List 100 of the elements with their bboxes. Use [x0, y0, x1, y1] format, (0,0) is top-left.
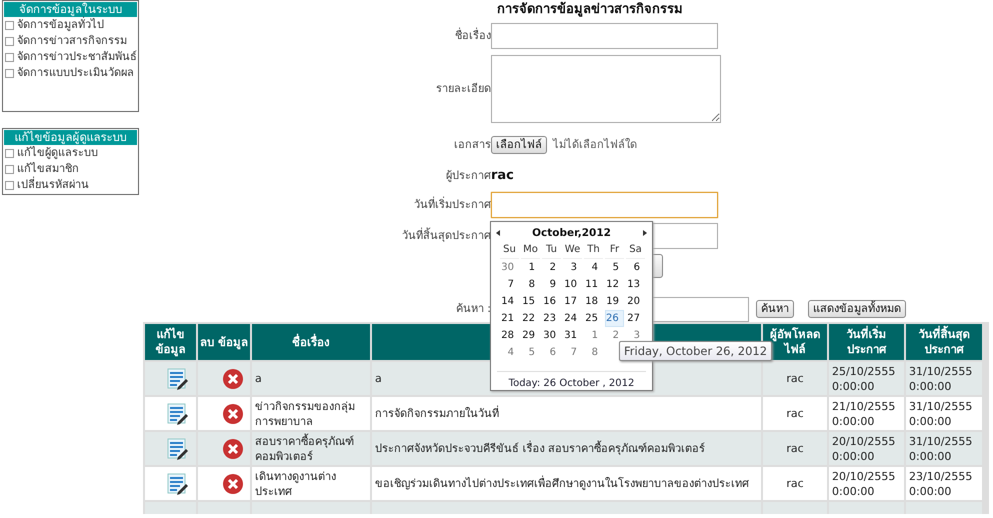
- input-field[interactable]: [491, 192, 718, 218]
- square-icon: [5, 149, 14, 158]
- weekday-label: Th: [584, 242, 603, 259]
- day-cell[interactable]: 20: [626, 293, 645, 310]
- edit-icon[interactable]: [166, 366, 190, 390]
- column-header: วันที่สิ้นสุด ประกาศ: [905, 324, 983, 361]
- day-cell[interactable]: 9: [542, 276, 561, 293]
- choose-file-button[interactable]: เลือกไฟล์: [491, 136, 547, 154]
- input-field[interactable]: [491, 22, 718, 48]
- month-title: October,2012: [532, 227, 611, 239]
- delete-icon[interactable]: [222, 438, 244, 460]
- table-cell: 23/10/2555 0:00:00: [905, 466, 983, 501]
- column-header: วันที่เริ่ม ประกาศ: [828, 324, 905, 361]
- field-label: เอกสาร: [453, 138, 491, 152]
- day-cell[interactable]: 1: [584, 327, 603, 344]
- table-cell: 20/10/2555 0:00:00: [828, 431, 905, 466]
- square-icon: [5, 69, 14, 78]
- day-cell[interactable]: 19: [605, 293, 624, 310]
- today-label[interactable]: Today: 26 October , 2012: [497, 371, 646, 389]
- column-header: ชื่อเรื่อง: [251, 324, 371, 361]
- day-cell[interactable]: 11: [584, 276, 603, 293]
- table-cell: 31/10/2555 0:00:00: [905, 396, 983, 431]
- next-month-icon[interactable]: [643, 230, 647, 236]
- day-cell[interactable]: 15: [521, 293, 540, 310]
- date-tooltip: Friday, October 26, 2012: [619, 341, 772, 361]
- show-all-button[interactable]: แสดงข้อมูลทั้งหมด: [808, 300, 906, 318]
- day-cell[interactable]: 1: [521, 259, 540, 276]
- page-title: การจัดการข้อมูลข่าวสารกิจกรรม: [496, 0, 684, 19]
- file-status: ไม่ได้เลือกไฟล์ใด: [553, 138, 637, 152]
- menu-link[interactable]: จัดการแบบประเมินวัดผล: [17, 65, 134, 81]
- day-cell[interactable]: 6: [626, 259, 645, 276]
- day-cell[interactable]: 8: [584, 344, 603, 361]
- table-cell: การจัดกิจกรรมภายในวันที่: [371, 396, 762, 431]
- table-cell: rac: [762, 361, 828, 396]
- delete-icon[interactable]: [222, 368, 244, 390]
- menu-link[interactable]: จัดการข่าวสารกิจกรรม: [17, 33, 127, 49]
- day-cell[interactable]: 24: [563, 310, 582, 327]
- delete-icon[interactable]: [222, 402, 244, 424]
- field-label: ผู้ประกาศ: [445, 169, 491, 183]
- day-cell[interactable]: 23: [542, 310, 561, 327]
- menu-link[interactable]: จัดการข่าวประชาสัมพันธ์: [17, 49, 137, 65]
- weekday-label: Tu: [542, 242, 561, 259]
- day-cell[interactable]: 3: [563, 259, 582, 276]
- day-cell[interactable]: 14: [500, 293, 519, 310]
- menu-link[interactable]: แก้ไขสมาชิก: [17, 161, 79, 177]
- menu-header: แก้ไขข้อมูลผู้ดูแลระบบ: [4, 130, 137, 145]
- day-cell[interactable]: 10: [563, 276, 582, 293]
- day-cell[interactable]: 2: [605, 327, 624, 344]
- day-cell[interactable]: 3: [626, 327, 645, 344]
- table-cell: rac: [762, 396, 828, 431]
- day-cell[interactable]: 30: [542, 327, 561, 344]
- weekday-label: Fr: [605, 242, 624, 259]
- day-cell[interactable]: 25: [584, 310, 603, 327]
- prev-month-icon[interactable]: [496, 230, 500, 236]
- weekday-label: We: [563, 242, 582, 259]
- day-cell[interactable]: 21: [500, 310, 519, 327]
- day-cell[interactable]: 7: [563, 344, 582, 361]
- search-button[interactable]: ค้นหา: [756, 300, 794, 318]
- edit-icon[interactable]: [166, 436, 190, 460]
- day-cell[interactable]: 31: [563, 327, 582, 344]
- column-header: ลบ ข้อมูล: [197, 324, 251, 361]
- edit-icon[interactable]: [166, 402, 190, 426]
- day-cell[interactable]: 27: [626, 310, 645, 327]
- day-cell[interactable]: 6: [542, 344, 561, 361]
- field-label: ชื่อเรื่อง: [454, 28, 491, 42]
- day-cell[interactable]: 16: [542, 293, 561, 310]
- table-cell: สอบราคาซื้อครุภัณฑ์ คอมพิวเตอร์: [251, 431, 371, 466]
- day-cell[interactable]: 18: [584, 293, 603, 310]
- menu-header: จัดการข้อมูลในระบบ: [4, 2, 137, 17]
- menu-link[interactable]: จัดการข้อมูลทั่วไป: [17, 17, 104, 33]
- table-cell: a: [251, 361, 371, 396]
- menu-link[interactable]: แก้ไขผู้ดูแลระบบ: [17, 145, 98, 161]
- edit-icon[interactable]: [166, 472, 190, 496]
- square-icon: [5, 165, 14, 174]
- table-cell: 25/10/2555 0:00:00: [828, 361, 905, 396]
- day-cell[interactable]: 13: [626, 276, 645, 293]
- day-cell[interactable]: 12: [605, 276, 624, 293]
- day-cell[interactable]: 7: [500, 276, 519, 293]
- day-cell[interactable]: 29: [521, 327, 540, 344]
- column-header: แก้ไข ข้อมูล: [144, 324, 197, 361]
- day-cell[interactable]: 26: [605, 310, 624, 327]
- table-cell: 21/10/2555 0:00:00: [828, 396, 905, 431]
- day-cell[interactable]: 2: [542, 259, 561, 276]
- weekday-label: Mo: [521, 242, 540, 259]
- square-icon: [5, 181, 14, 190]
- table-cell: ขอเชิญร่วมเดินทางไปต่างประเทศเพื่อศึกษาดูงานในโรงพยาบาลของต่างประเทศ: [371, 466, 762, 501]
- day-cell[interactable]: 5: [521, 344, 540, 361]
- table-cell: 20/10/2555 0:00:00: [828, 466, 905, 501]
- day-cell[interactable]: 17: [563, 293, 582, 310]
- day-cell[interactable]: 28: [500, 327, 519, 344]
- day-cell[interactable]: 8: [521, 276, 540, 293]
- field-label: วันที่สิ้นสุดประกาศ: [401, 228, 491, 242]
- day-cell[interactable]: 5: [605, 259, 624, 276]
- day-cell[interactable]: 4: [584, 259, 603, 276]
- weekday-label: Sa: [626, 242, 645, 259]
- day-cell[interactable]: 4: [500, 344, 519, 361]
- day-cell[interactable]: 22: [521, 310, 540, 327]
- menu-link[interactable]: เปลี่ยนรหัสผ่าน: [17, 177, 89, 193]
- delete-icon[interactable]: [222, 472, 244, 494]
- day-cell[interactable]: 30: [500, 259, 519, 276]
